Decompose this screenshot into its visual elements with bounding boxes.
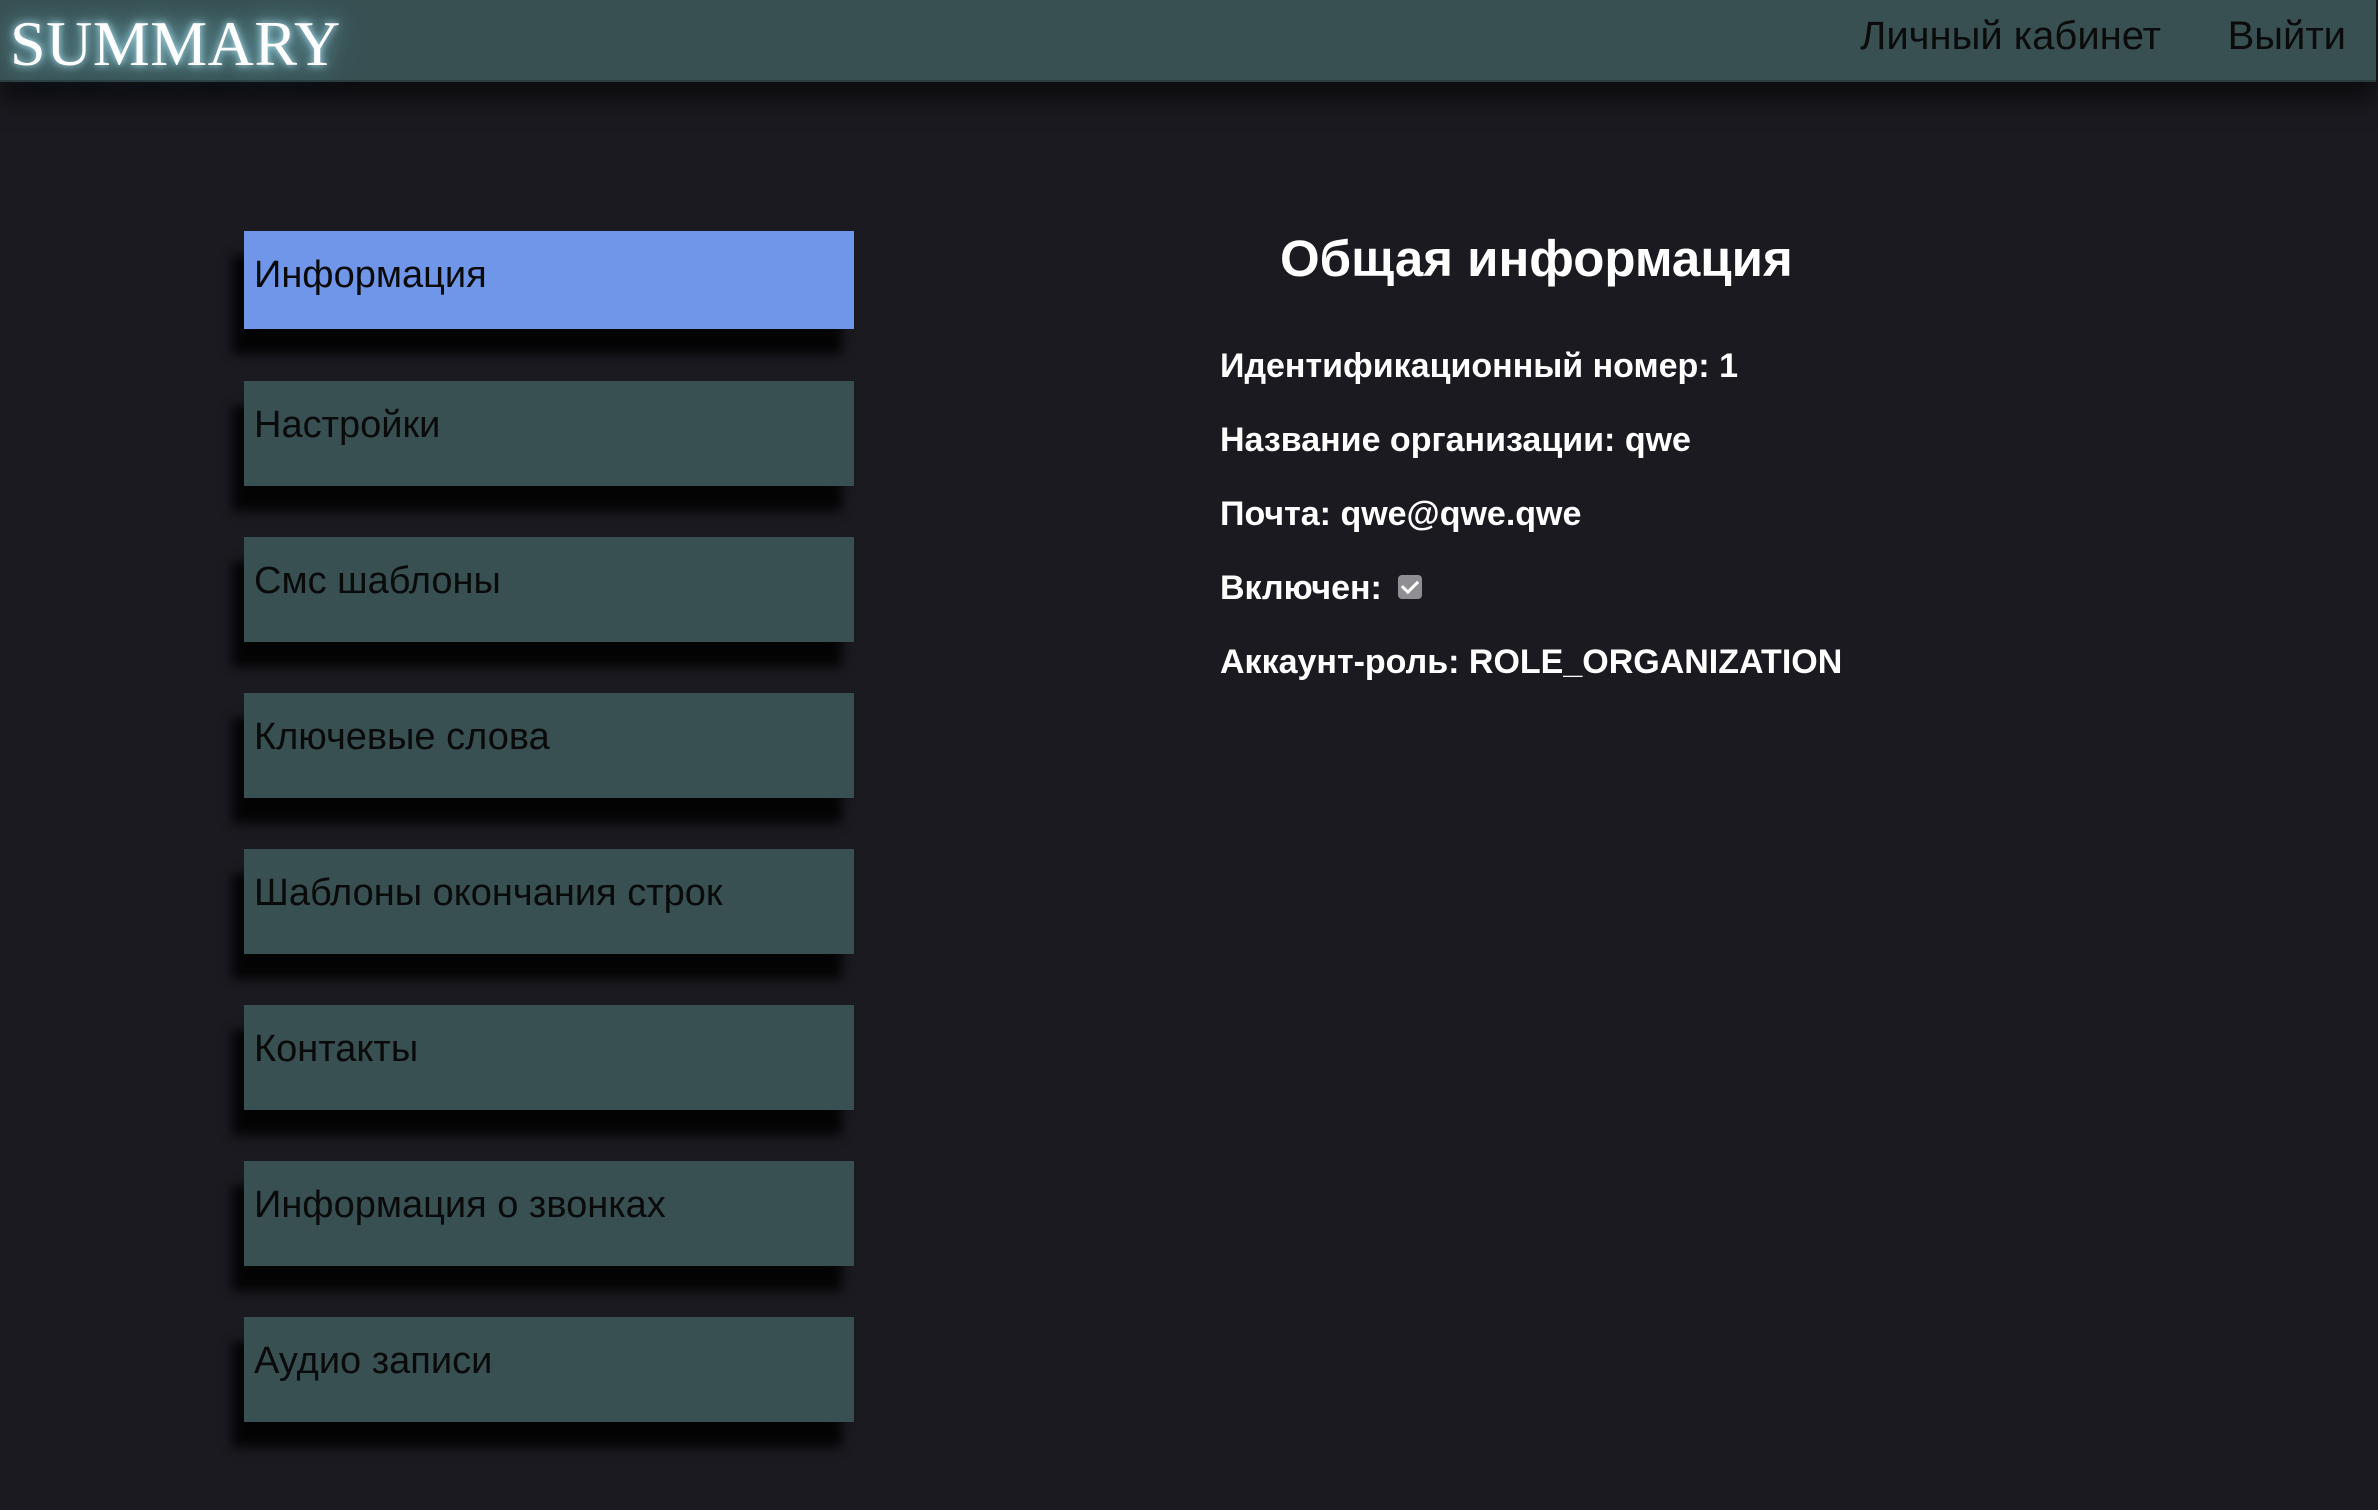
info-label: Идентификационный номер: <box>1220 347 1710 385</box>
info-label: Включен: <box>1220 569 1382 607</box>
sidebar-item-contacts[interactable]: Контакты <box>244 1005 854 1110</box>
info-row-role: Аккаунт-роль: ROLE_ORGANIZATION <box>1220 642 1842 683</box>
info-row-organization: Название организации: qwe <box>1220 420 1691 461</box>
sidebar-item-settings[interactable]: Настройки <box>244 381 854 486</box>
top-header: SUMMARY Личный кабинет Выйти <box>0 0 2376 82</box>
info-row-id: Идентификационный номер: 1 <box>1220 346 1738 387</box>
info-row-email: Почта: qwe@qwe.qwe <box>1220 494 1581 535</box>
info-value: qwe <box>1624 421 1691 459</box>
sidebar-item-audio-records[interactable]: Аудио записи <box>244 1317 854 1422</box>
logo: SUMMARY <box>10 8 341 79</box>
sidebar-item-line-ending-templates[interactable]: Шаблоны окончания строк <box>244 849 854 954</box>
nav-personal-cabinet-link[interactable]: Личный кабинет <box>1860 16 2161 56</box>
info-value: ROLE_ORGANIZATION <box>1468 643 1843 681</box>
sidebar-item-label: Настройки <box>254 404 441 446</box>
enabled-checkbox <box>1397 575 1422 600</box>
sidebar-item-label: Контакты <box>254 1028 419 1070</box>
sidebar-item-label: Смс шаблоны <box>254 560 501 602</box>
sidebar-item-label: Аудио записи <box>254 1340 493 1382</box>
info-value: qwe@qwe.qwe <box>1340 495 1582 533</box>
info-label: Название организации: <box>1220 421 1616 459</box>
sidebar: Информация Настройки Смс шаблоны Ключевы… <box>244 231 854 1473</box>
info-row-enabled: Включен: <box>1220 568 1422 609</box>
sidebar-item-label: Ключевые слова <box>254 716 550 758</box>
sidebar-item-sms-templates[interactable]: Смс шаблоны <box>244 537 854 642</box>
sidebar-item-call-info[interactable]: Информация о звонках <box>244 1161 854 1266</box>
info-label: Аккаунт-роль: <box>1220 643 1460 681</box>
info-value: 1 <box>1719 347 1739 385</box>
sidebar-item-keywords[interactable]: Ключевые слова <box>244 693 854 798</box>
info-label: Почта: <box>1220 495 1331 533</box>
sidebar-item-label: Шаблоны окончания строк <box>254 872 723 914</box>
sidebar-item-label: Информация о звонках <box>254 1184 666 1226</box>
sidebar-item-information[interactable]: Информация <box>244 231 854 329</box>
page-title: Общая информация <box>1280 230 1793 287</box>
nav-logout-link[interactable]: Выйти <box>2228 16 2346 56</box>
sidebar-item-label: Информация <box>254 254 487 296</box>
